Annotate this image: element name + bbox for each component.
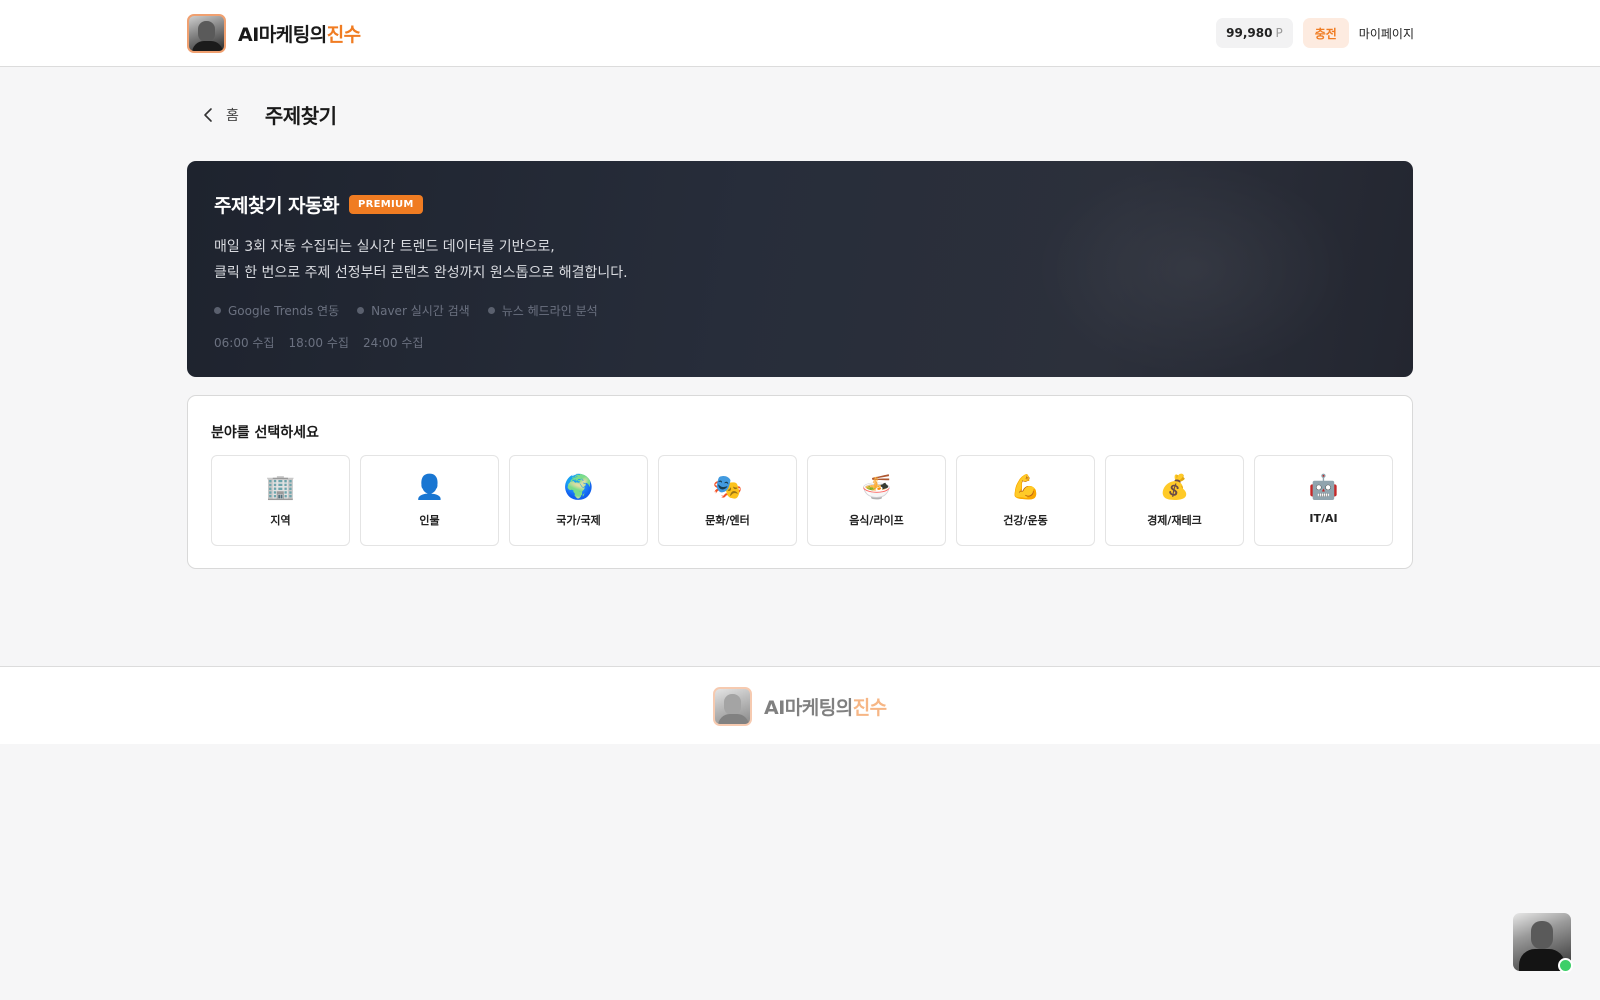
category-label: IT/AI — [1309, 512, 1338, 525]
category-label: 경제/재테크 — [1147, 514, 1202, 527]
person-icon: 👤 — [414, 473, 445, 501]
category-card-health[interactable]: 💪 건강/운동 — [956, 455, 1095, 546]
points-balance: 99,980 P — [1216, 18, 1293, 48]
hero-tag: Google Trends 연동 — [214, 302, 339, 319]
noodle-bowl-icon: 🍜 — [861, 473, 892, 501]
category-panel-title: 분야를 선택하세요 — [211, 425, 319, 441]
category-label: 음식/라이프 — [849, 514, 904, 527]
flexed-biceps-icon: 💪 — [1010, 473, 1041, 501]
category-card-region[interactable]: 🏢 지역 — [211, 455, 350, 546]
hero-collection-times: 06:00 수집 18:00 수집 24:00 수집 — [214, 334, 423, 351]
collection-time: 06:00 수집 — [214, 336, 275, 350]
category-card-food[interactable]: 🍜 음식/라이프 — [807, 455, 946, 546]
footer-logo-text-main: AI마케팅의 — [764, 697, 853, 719]
bullet-dot-icon — [214, 307, 221, 314]
logo-text-main: AI마케팅의 — [238, 24, 327, 46]
category-card-culture[interactable]: 🎭 문화/엔터 — [658, 455, 797, 546]
footer-logo-text-accent: 진수 — [852, 697, 887, 719]
points-unit: P — [1275, 26, 1283, 40]
category-card-economy[interactable]: 💰 경제/재테크 — [1105, 455, 1244, 546]
category-panel: 분야를 선택하세요 🏢 지역 👤 인물 🌍 국가/국제 🎭 문화/엔터 🍜 음식… — [187, 395, 1413, 569]
charge-button[interactable]: 충전 — [1302, 18, 1349, 48]
money-bag-icon: 💰 — [1159, 473, 1190, 501]
logo-text-accent: 진수 — [326, 24, 361, 46]
category-label: 문화/엔터 — [705, 514, 750, 527]
theater-masks-icon: 🎭 — [712, 473, 743, 501]
category-label: 건강/운동 — [1003, 514, 1048, 527]
breadcrumb: 홈 주제찾기 — [203, 100, 337, 129]
chat-avatar-button[interactable] — [1513, 913, 1573, 973]
category-card-it-ai[interactable]: 🤖 IT/AI — [1254, 455, 1393, 546]
logo-text: AI마케팅의진수 — [238, 20, 361, 47]
chevron-left-icon[interactable] — [203, 105, 217, 125]
breadcrumb-home-link[interactable]: 홈 — [226, 105, 239, 125]
premium-badge: PREMIUM — [348, 195, 423, 214]
category-card-person[interactable]: 👤 인물 — [360, 455, 499, 546]
online-status-icon — [1558, 958, 1573, 973]
bullet-dot-icon — [487, 307, 495, 314]
robot-icon: 🤖 — [1308, 473, 1339, 501]
category-label: 국가/국제 — [556, 514, 601, 527]
footer-logo[interactable]: AI마케팅의진수 — [713, 687, 887, 726]
collection-time: 24:00 수집 — [362, 336, 424, 350]
footer: AI마케팅의진수 — [0, 666, 1600, 744]
logo[interactable]: AI마케팅의진수 — [187, 14, 361, 53]
hero-description: 매일 3회 자동 수집되는 실시간 트렌드 데이터를 기반으로, 클릭 한 번으… — [214, 234, 628, 286]
category-card-international[interactable]: 🌍 국가/국제 — [509, 455, 648, 546]
hero-tag: 뉴스 헤드라인 분석 — [487, 302, 598, 319]
top-header: AI마케팅의진수 99,980 P 충전 마이페이지 — [0, 0, 1600, 67]
hero-title: 주제찾기 자동화 — [214, 195, 339, 217]
hero-description-line: 매일 3회 자동 수집되는 실시간 트렌드 데이터를 기반으로, — [214, 239, 555, 255]
hero-tag: Naver 실시간 검색 — [357, 302, 470, 319]
logo-avatar — [187, 14, 226, 53]
category-label: 인물 — [419, 514, 440, 527]
footer-logo-text: AI마케팅의진수 — [764, 693, 887, 720]
mypage-link[interactable]: 마이페이지 — [1359, 25, 1414, 42]
bullet-dot-icon — [357, 307, 365, 314]
building-icon: 🏢 — [265, 473, 296, 501]
hero-banner: 주제찾기 자동화 PREMIUM 매일 3회 자동 수집되는 실시간 트렌드 데… — [187, 161, 1413, 377]
globe-icon: 🌍 — [563, 473, 594, 501]
category-list: 🏢 지역 👤 인물 🌍 국가/국제 🎭 문화/엔터 🍜 음식/라이프 💪 건강/… — [211, 455, 1393, 546]
hero-description-line: 클릭 한 번으로 주제 선정부터 콘텐츠 완성까지 원스톱으로 해결합니다. — [214, 265, 628, 281]
page-title: 주제찾기 — [264, 104, 337, 128]
hero-tags: Google Trends 연동 Naver 실시간 검색 뉴스 헤드라인 분석 — [214, 302, 598, 319]
collection-time: 18:00 수집 — [288, 336, 349, 350]
footer-logo-avatar — [713, 687, 752, 726]
points-value: 99,980 — [1226, 26, 1273, 40]
category-label: 지역 — [270, 514, 291, 527]
